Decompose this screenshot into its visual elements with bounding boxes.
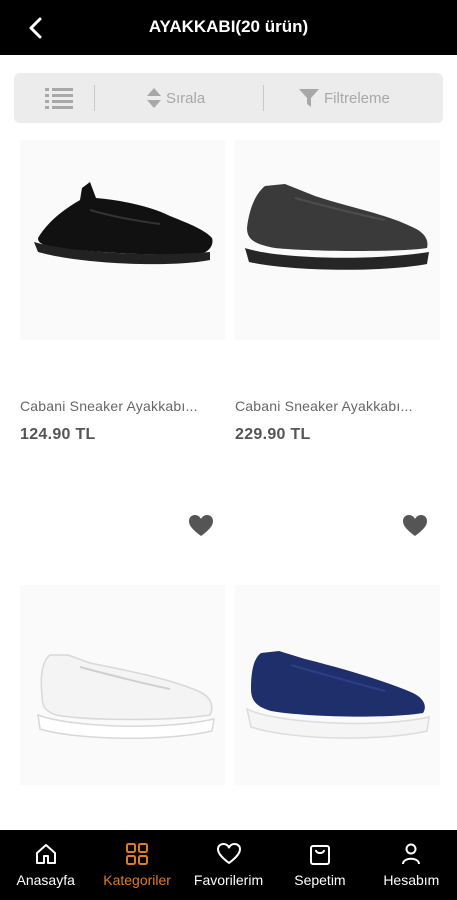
shoe-image-navy [245,651,430,739]
bag-icon [309,845,330,865]
product-card[interactable]: Cabani Sneaker Ayakkabı... 229.90 TL [235,140,440,460]
nav-item-favorites[interactable]: Favorilerim [183,830,274,900]
nav-label: Sepetim [294,872,346,888]
home-icon [35,844,56,864]
filter-label: Filtreleme [324,89,390,107]
product-card[interactable] [20,585,225,785]
filter-button[interactable]: Filtreleme [298,73,390,123]
product-card[interactable] [235,585,440,785]
favorite-heart-icon[interactable] [188,514,214,538]
nav-label: Favorilerim [193,872,264,888]
product-image[interactable] [235,140,440,340]
heart-icon [216,843,241,864]
nav-label: Anasayfa [16,872,75,888]
toolbar-divider [94,85,95,111]
product-image[interactable] [235,585,440,785]
product-name[interactable]: Cabani Sneaker Ayakkabı... [20,398,216,414]
list-view-button[interactable] [44,73,78,123]
nav-item-categories[interactable]: Kategoriler [91,830,182,900]
top-bar: AYAKKABI(20 ürün) [0,0,457,55]
page-title: AYAKKABI(20 ürün) [148,17,309,36]
sort-label: Sırala [166,89,206,107]
product-image[interactable] [20,585,225,785]
user-icon [402,843,421,865]
product-price: 124.90 TL [20,426,96,443]
nav-label: Kategoriler [103,872,171,888]
product-card[interactable]: Cabani Sneaker Ayakkabı... 124.90 TL [20,140,225,460]
grid-icon [126,843,149,865]
shoe-image-black [34,182,213,265]
nav-item-cart[interactable]: Sepetim [274,830,365,900]
bottom-navigation: Anasayfa Kategoriler Favorilerim Sepetim… [0,830,457,900]
product-image[interactable] [20,140,225,340]
filter-icon [299,89,319,107]
favorite-heart-icon[interactable] [402,514,428,538]
nav-label: Hesabım [383,872,440,888]
shoe-image-white [37,654,215,739]
product-price: 229.90 TL [235,426,311,443]
list-toolbar: Sırala Filtreleme [14,73,443,123]
list-icon [45,88,73,109]
shoe-image-dark-grey [245,184,429,270]
nav-item-home[interactable]: Anasayfa [0,830,91,900]
toolbar-divider [263,85,264,111]
nav-item-account[interactable]: Hesabım [366,830,457,900]
product-name[interactable]: Cabani Sneaker Ayakkabı... [235,398,431,414]
sort-button[interactable]: Sırala [146,73,205,123]
sort-icon [147,88,161,108]
